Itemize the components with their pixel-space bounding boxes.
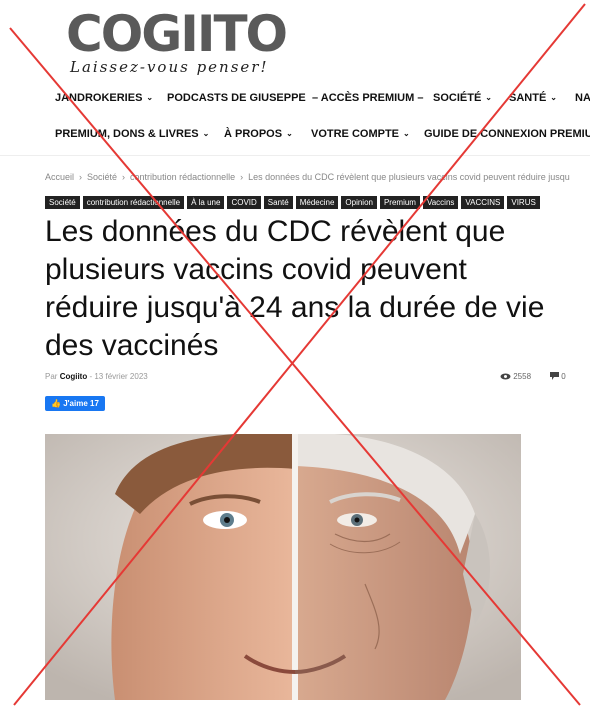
comment-count[interactable]: 0 — [550, 372, 566, 381]
chevron-down-icon: ⌄ — [485, 93, 492, 102]
tag-sante[interactable]: Santé — [263, 196, 293, 209]
tag-virus[interactable]: VIRUS — [507, 196, 540, 209]
nav-item-a-propos[interactable]: À PROPOS ⌄ — [224, 128, 293, 140]
tag-vaccins-upper[interactable]: VACCINS — [461, 196, 505, 209]
chevron-down-icon: ⌄ — [286, 129, 293, 138]
comment-count-value: 0 — [561, 372, 566, 381]
split-face-image — [45, 434, 521, 700]
tag-medecine[interactable]: Médecine — [295, 196, 339, 209]
tag-premium[interactable]: Premium — [379, 196, 420, 209]
tag-societe[interactable]: Société — [45, 196, 80, 209]
main-nav-row-1: JANDROKERIES ⌄ PODCASTS DE GIUSEPPE – ACC… — [0, 92, 590, 112]
chevron-down-icon: ⌄ — [550, 93, 557, 102]
category-tags: Société contribution rédactionnelle À la u… — [45, 192, 590, 210]
nav-item-votre-compte[interactable]: VOTRE COMPTE ⌄ — [311, 128, 410, 140]
breadcrumb-current: Les données du CDC révèlent que plusieur… — [248, 172, 570, 182]
logo-wordmark: COGIITO — [66, 5, 288, 63]
comment-icon — [550, 372, 559, 380]
tag-vaccins[interactable]: Vaccins — [422, 196, 459, 209]
eye-icon — [500, 373, 511, 380]
tag-contribution[interactable]: contribution rédactionnelle — [82, 196, 185, 209]
like-label: J'aime 17 — [63, 399, 99, 408]
thumbs-up-icon: 👍 — [51, 399, 61, 408]
nav-item-podcasts[interactable]: PODCASTS DE GIUSEPPE — [167, 92, 306, 104]
site-logo[interactable]: COGIITO Laissez-vous penser! — [66, 5, 288, 76]
main-nav-row-2: PREMIUM, DONS & LIVRES ⌄ À PROPOS ⌄ VOTRE … — [0, 128, 590, 148]
nav-item-societe[interactable]: SOCIÉTÉ ⌄ — [433, 92, 492, 104]
chevron-down-icon: ⌄ — [202, 129, 210, 138]
publish-date: 13 février 2023 — [94, 372, 148, 381]
site-header: COGIITO Laissez-vous penser! JANDROKERIE… — [0, 0, 590, 156]
chevron-down-icon: ⌄ — [403, 129, 410, 138]
nav-item-guide-connexion[interactable]: GUIDE DE CONNEXION PREMIUM — [424, 128, 590, 140]
tag-a-la-une[interactable]: À la une — [187, 196, 225, 209]
tag-covid[interactable]: COVID — [227, 196, 261, 209]
view-count: 2558 — [500, 372, 531, 381]
author-link[interactable]: Cogiito — [60, 372, 88, 381]
article-meta: Par Cogiito - 13 février 2023 — [45, 372, 148, 381]
breadcrumb-item[interactable]: Accueil — [45, 172, 74, 182]
nav-item-sante[interactable]: SANTÉ ⌄ — [509, 92, 557, 104]
nav-item-jandrokeries[interactable]: JANDROKERIES ⌄ — [55, 92, 153, 104]
nav-item-premium-dons[interactable]: PREMIUM, DONS & LIVRES ⌄ — [55, 128, 209, 140]
breadcrumb-item[interactable]: contribution rédactionnelle — [130, 172, 235, 182]
breadcrumb-item[interactable]: Société — [87, 172, 117, 182]
breadcrumb: Accueil › Société › contribution rédactionne… — [45, 172, 590, 182]
byline-label: Par — [45, 372, 58, 381]
chevron-down-icon: ⌄ — [146, 93, 154, 102]
nav-item-acces-premium[interactable]: – ACCÈS PREMIUM – — [312, 92, 423, 104]
nav-item-na[interactable]: NA — [575, 92, 590, 104]
breadcrumb-separator: › — [122, 172, 126, 182]
article-featured-image — [45, 434, 521, 700]
article-title: Les données du CDC révèlent que plusieur… — [45, 215, 545, 362]
facebook-like-button[interactable]: 👍 J'aime 17 — [45, 396, 105, 411]
breadcrumb-separator: › — [79, 172, 83, 182]
logo-tagline: Laissez-vous penser! — [70, 58, 269, 76]
tag-opinion[interactable]: Opinion — [341, 196, 377, 209]
breadcrumb-separator: › — [240, 172, 244, 182]
view-count-value: 2558 — [513, 372, 532, 381]
